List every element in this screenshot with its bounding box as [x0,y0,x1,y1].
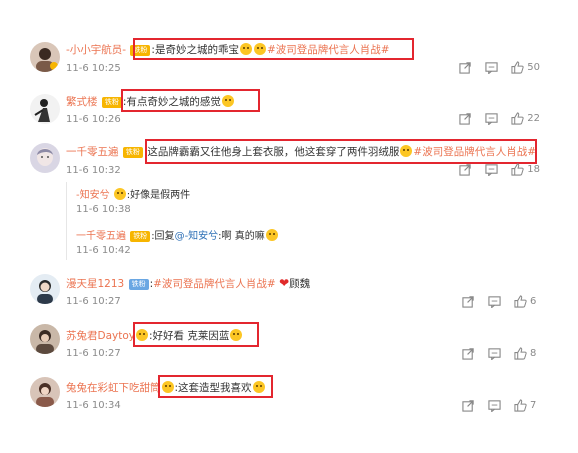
comment-icon[interactable] [488,399,501,412]
username[interactable]: 一千零五遍 [66,146,119,158]
username[interactable]: 繁式楼 [66,96,98,108]
share-icon[interactable] [462,295,475,308]
reply-prefix: :回复 [151,231,175,242]
avatar[interactable] [30,324,60,354]
comment-text: 顾魏 [289,278,311,290]
reply-username[interactable]: 一千零五遍 [76,231,126,242]
timestamp: 11-6 10:26 [66,114,121,125]
avatar[interactable] [30,94,60,124]
reply-text: :啊 真的嘛 [218,231,265,242]
share-icon[interactable] [459,61,472,74]
like-count: 22 [527,113,540,124]
share-icon[interactable] [459,112,472,125]
comment-actions: 6 [449,295,540,308]
share-icon[interactable] [459,163,472,176]
avatar[interactable] [30,143,60,173]
comment-icon[interactable] [488,347,501,360]
topic-link[interactable]: #波司登品牌代言人肖战# [153,278,276,290]
highlight-box [133,322,259,347]
comment-actions: 50 [446,61,540,74]
timestamp: 11-6 10:27 [66,296,121,307]
like-count: 7 [530,400,537,411]
username[interactable]: 漫天星1213 [66,278,124,290]
comment-icon[interactable] [485,163,498,176]
like-icon[interactable] [511,163,524,176]
fan-badge: 铁粉 [128,279,149,290]
avatar[interactable] [30,274,60,304]
username[interactable]: 兔兔在彩虹下吃甜筒 [66,382,161,394]
comment-actions: 7 [449,399,540,412]
share-icon[interactable] [462,399,475,412]
avatar[interactable] [30,377,60,407]
like-count: 50 [527,62,540,73]
reply-item: -知安兮 :好像是假两件 [76,186,190,201]
like-count: 8 [530,348,537,359]
reply-item: 一千零五遍 铁粉:回复@-知安兮:啊 真的嘛 [76,227,279,242]
timestamp: 11-6 10:34 [66,400,121,411]
highlight-box [133,38,414,60]
avatar[interactable] [30,42,60,72]
comment-icon[interactable] [488,295,501,308]
username[interactable]: 苏兔君Daytoy [66,330,135,342]
comment-actions: 22 [446,112,540,125]
reply-list: -知安兮 :好像是假两件 11-6 10:38 一千零五遍 铁粉:回复@-知安兮… [66,182,537,260]
reply-timestamp: 11-6 10:42 [76,245,131,256]
reply-text: :好像是假两件 [126,190,191,201]
like-icon[interactable] [514,295,527,308]
comment-actions: 18 [446,163,540,176]
like-count: 6 [530,296,537,307]
comment-icon[interactable] [485,61,498,74]
emoji-icon [265,229,278,241]
like-icon[interactable] [511,61,524,74]
like-icon[interactable] [514,399,527,412]
comment-actions: 8 [449,347,540,360]
fan-badge: 铁粉 [101,97,122,108]
comment-icon[interactable] [485,112,498,125]
like-icon[interactable] [514,347,527,360]
reply-username[interactable]: -知安兮 [76,190,110,201]
comment-text-line: 漫天星1213 铁粉:#波司登品牌代言人肖战# ❤顾魏 [66,276,311,290]
heart-icon: ❤ [279,276,290,290]
timestamp: 11-6 10:32 [66,165,121,176]
timestamp: 11-6 10:25 [66,63,121,74]
highlight-box [158,375,273,398]
share-icon[interactable] [462,347,475,360]
emoji-icon [113,188,126,200]
timestamp: 11-6 10:27 [66,348,121,359]
like-count: 18 [527,164,540,175]
highlight-box [121,89,260,112]
reply-timestamp: 11-6 10:38 [76,204,131,215]
fan-badge: 铁粉 [122,147,143,158]
username[interactable]: -小小宇航员- [66,44,126,56]
highlight-box [145,139,537,164]
reply-mention[interactable]: @-知安兮 [175,231,219,242]
like-icon[interactable] [511,112,524,125]
fan-badge: 铁粉 [130,231,151,242]
